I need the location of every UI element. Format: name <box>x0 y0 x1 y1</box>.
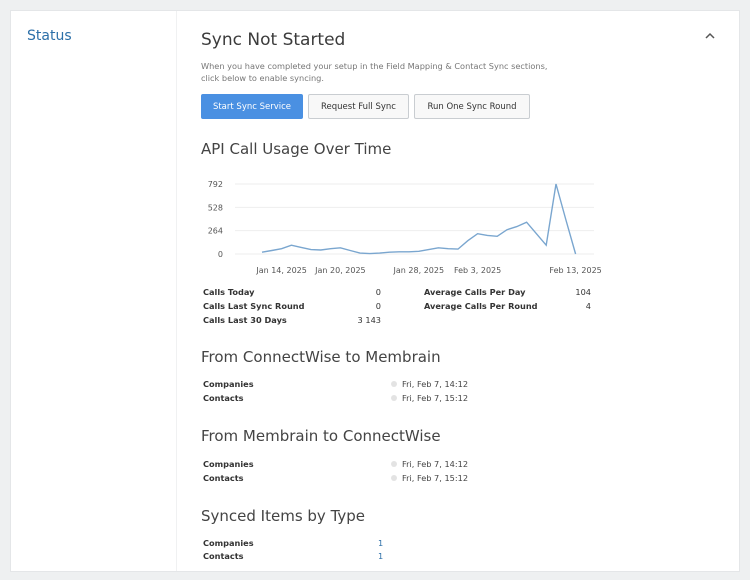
stat-value-calls-last-round: 0 <box>375 301 381 311</box>
mb-to-cw-companies-time: Fri, Feb 7, 14:12 <box>391 459 468 469</box>
api-usage-line <box>261 183 577 255</box>
sidebar: Status <box>11 11 177 571</box>
main-content: Sync Not Started When you have completed… <box>201 11 721 571</box>
mb-to-cw-companies-value: Fri, Feb 7, 14:12 <box>402 459 469 469</box>
stat-label-avg-per-round: Average Calls Per Round <box>424 301 538 311</box>
synced-items-title: Synced Items by Type <box>201 507 366 525</box>
stat-label-calls-last-round: Calls Last Sync Round <box>203 301 305 311</box>
api-usage-title: API Call Usage Over Time <box>201 140 392 158</box>
status-dot-icon <box>391 461 397 467</box>
stat-value-calls-today: 0 <box>375 287 381 297</box>
cw-to-mb-contacts-time: Fri, Feb 7, 15:12 <box>391 393 468 403</box>
status-dot-icon <box>391 395 397 401</box>
stat-label-avg-per-day: Average Calls Per Day <box>424 287 526 297</box>
mb-to-cw-companies-label: Companies <box>203 459 254 469</box>
synced-contacts-label: Contacts <box>203 551 244 561</box>
mb-to-cw-contacts-label: Contacts <box>203 473 244 483</box>
synced-contacts-count[interactable]: 1 <box>378 551 383 561</box>
x-tick-label: Jan 28, 2025 <box>393 266 445 275</box>
y-tick-label: 528 <box>208 203 223 212</box>
cw-to-mb-companies-label: Companies <box>203 379 254 389</box>
cw-to-mb-contacts-value: Fri, Feb 7, 15:12 <box>402 393 469 403</box>
cw-to-mb-companies-value: Fri, Feb 7, 14:12 <box>402 379 469 389</box>
start-sync-button[interactable]: Start Sync Service <box>201 94 303 119</box>
y-tick-label: 0 <box>218 250 223 259</box>
stat-value-calls-30-days: 3 143 <box>357 315 381 325</box>
sidebar-title: Status <box>27 28 72 44</box>
api-usage-chart: 792 528 264 0 Jan 14, 2025 Jan 20, 2025 Jan 28… <box>208 180 601 275</box>
x-tick-label: Jan 14, 2025 <box>255 266 306 275</box>
cw-to-mb-title: From ConnectWise to Membrain <box>201 348 441 366</box>
stat-label-calls-today: Calls Today <box>203 287 255 297</box>
synced-companies-label: Companies <box>203 538 254 548</box>
x-tick-label: Feb 3, 2025 <box>454 266 501 275</box>
y-tick-label: 792 <box>208 180 223 189</box>
stat-value-avg-per-day: 104 <box>575 287 591 297</box>
cw-to-mb-contacts-label: Contacts <box>203 393 244 403</box>
mb-to-cw-contacts-value: Fri, Feb 7, 15:12 <box>402 473 469 483</box>
y-tick-label: 264 <box>208 227 223 236</box>
mb-to-cw-contacts-time: Fri, Feb 7, 15:12 <box>391 473 468 483</box>
run-one-sync-round-button[interactable]: Run One Sync Round <box>414 94 530 119</box>
stat-value-avg-per-round: 4 <box>585 301 591 311</box>
status-dot-icon <box>391 475 397 481</box>
sync-description: When you have completed your setup in th… <box>201 61 548 83</box>
synced-companies-count[interactable]: 1 <box>378 538 383 548</box>
x-tick-label: Jan 20, 2025 <box>314 266 366 275</box>
stat-label-calls-30-days: Calls Last 30 Days <box>203 315 287 325</box>
status-dot-icon <box>391 381 397 387</box>
page-title: Sync Not Started <box>201 30 346 50</box>
mb-to-cw-title: From Membrain to ConnectWise <box>201 427 441 445</box>
cw-to-mb-companies-time: Fri, Feb 7, 14:12 <box>391 379 468 389</box>
x-tick-label: Feb 13, 2025 <box>549 266 601 275</box>
status-panel: Status Sync Not Started When you have co… <box>10 10 740 572</box>
request-full-sync-button[interactable]: Request Full Sync <box>308 94 409 119</box>
